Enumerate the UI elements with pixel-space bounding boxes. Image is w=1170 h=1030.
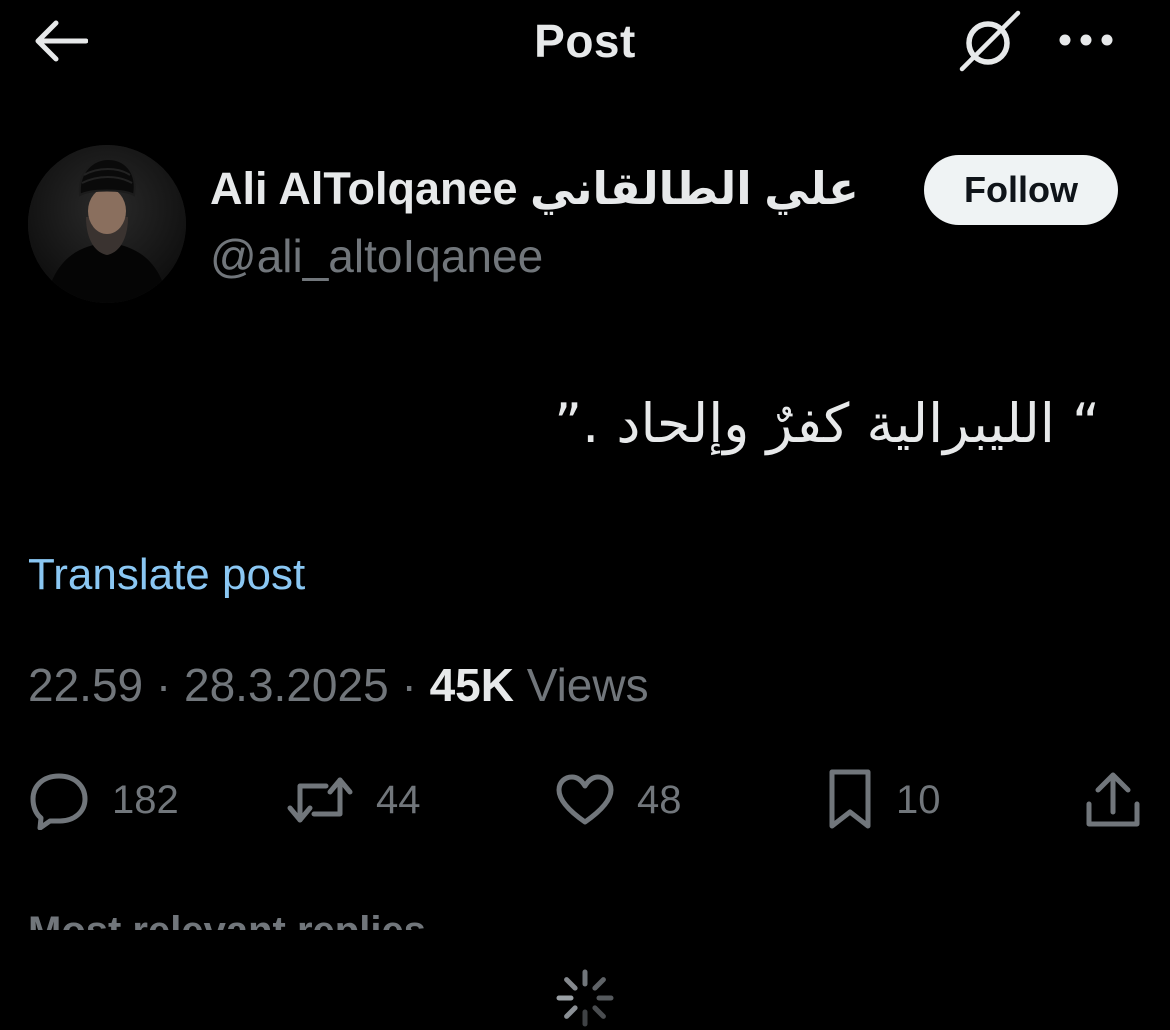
post-date: 28.3.2025	[184, 659, 389, 711]
like-count: 48	[637, 777, 682, 822]
author-display-name[interactable]: Ali AlTolqanee علي الطالقاني	[210, 162, 859, 215]
meta-separator: ·	[401, 659, 417, 711]
top-bar: Post	[0, 0, 1170, 90]
like-button[interactable]: 48	[555, 760, 682, 840]
post-time: 22.59	[28, 659, 144, 711]
more-dots-icon	[1059, 34, 1113, 46]
views-label: Views	[526, 659, 649, 711]
avatar[interactable]	[28, 145, 186, 303]
views-count[interactable]: 45K	[430, 659, 514, 711]
replies-sort-label: Most relevant replies ⌄	[28, 908, 471, 930]
translate-post-link[interactable]: Translate post	[28, 550, 305, 600]
grok-button[interactable]	[952, 6, 1028, 76]
heart-icon	[556, 774, 614, 825]
reply-button[interactable]: 182	[28, 760, 179, 840]
loading-spinner-icon	[556, 969, 614, 1027]
bookmark-count: 10	[896, 777, 941, 822]
action-bar: 182 44 48 10	[0, 760, 1170, 840]
reply-icon	[30, 773, 88, 830]
post-metadata: 22.59 · 28.3.2025 · 45K Views	[28, 658, 649, 712]
meta-separator: ·	[155, 659, 172, 711]
more-options-button[interactable]	[1052, 18, 1120, 62]
repost-button[interactable]: 44	[286, 760, 421, 840]
grok-icon	[959, 10, 1021, 72]
avatar-photo	[28, 145, 186, 303]
reply-count: 182	[112, 777, 179, 822]
bookmark-button[interactable]: 10	[826, 760, 941, 840]
post-text: “ الليبرالية كفرٌ وإلحاد .”	[554, 392, 1100, 455]
repost-icon	[287, 777, 353, 823]
bookmark-icon	[829, 769, 871, 829]
replies-sort-dropdown[interactable]: Most relevant replies ⌄	[28, 908, 471, 930]
share-icon	[1086, 772, 1140, 827]
follow-button[interactable]: Follow	[924, 155, 1118, 225]
share-button[interactable]	[1084, 760, 1142, 840]
repost-count: 44	[376, 777, 421, 822]
author-username[interactable]: @ali_altoIqanee	[210, 229, 543, 283]
